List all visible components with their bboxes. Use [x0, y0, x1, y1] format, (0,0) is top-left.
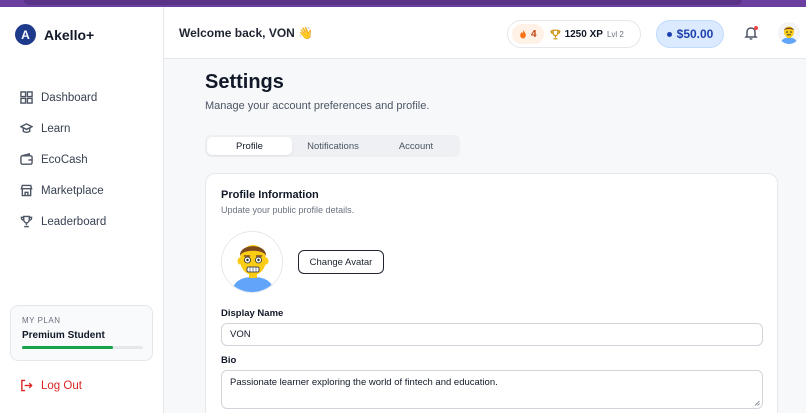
top-accent-bar [0, 0, 806, 7]
tab-notifications[interactable]: Notifications [292, 137, 374, 155]
avatar-illustration-icon [778, 22, 800, 44]
streak-count: 4 [531, 28, 537, 40]
logout-icon [21, 379, 33, 392]
sidebar-item-ecocash[interactable]: EcoCash [20, 144, 106, 175]
level-label: Lvl 2 [606, 29, 624, 39]
balance-button[interactable]: $50.00 [656, 20, 724, 48]
user-avatar[interactable] [778, 22, 800, 44]
plan-card: MY PLAN Premium Student [10, 305, 153, 361]
card-subtitle: Update your public profile details. [221, 205, 355, 215]
bio-field[interactable]: Passionate learner exploring the world o… [221, 370, 763, 409]
bio-label: Bio [221, 355, 237, 366]
trophy-icon [550, 29, 560, 39]
profile-avatar [221, 231, 283, 293]
sidebar-nav: Dashboard Learn EcoCash Marketplace Lead… [20, 82, 106, 237]
sidebar-item-label: Learn [41, 122, 71, 135]
settings-main: Settings Manage your account preferences… [164, 59, 806, 413]
store-icon [20, 184, 33, 197]
sidebar-item-leaderboard[interactable]: Leaderboard [20, 206, 106, 237]
profile-card: Profile Information Update your public p… [205, 173, 778, 413]
sidebar-item-marketplace[interactable]: Marketplace [20, 175, 106, 206]
sidebar-item-label: Dashboard [41, 91, 98, 104]
brand[interactable]: A Akello+ [15, 24, 94, 45]
balance-value: $50.00 [676, 27, 714, 41]
logout-button[interactable]: Log Out [20, 379, 82, 392]
display-name-label: Display Name [221, 308, 284, 319]
grid-icon [20, 91, 33, 104]
wallet-icon [20, 153, 33, 165]
xp-display: 1250 XP Lvl 2 [550, 29, 624, 40]
sidebar-item-label: Marketplace [41, 184, 104, 197]
trophy-icon [20, 215, 33, 228]
brand-name: Akello+ [44, 26, 95, 43]
brand-logo: A [15, 24, 36, 45]
logout-label: Log Out [41, 379, 82, 392]
sidebar: A Akello+ Dashboard Learn EcoCash Market… [0, 7, 164, 413]
balance-dot-icon [666, 31, 672, 37]
graduation-cap-icon [20, 123, 33, 134]
bio-text: Passionate learner exploring the world o… [230, 377, 498, 388]
card-title: Profile Information [221, 189, 319, 201]
resize-handle-icon[interactable] [754, 400, 760, 406]
plan-label: MY PLAN [22, 316, 61, 325]
sidebar-item-label: EcoCash [41, 153, 88, 166]
settings-tabs: Profile Notifications Account [205, 135, 460, 157]
change-avatar-button[interactable]: Change Avatar [298, 250, 384, 274]
top-header: Welcome back, VON 👋 4 1250 XP Lvl 2 $50.… [164, 7, 806, 59]
tab-profile[interactable]: Profile [207, 137, 292, 155]
sidebar-item-label: Leaderboard [41, 215, 107, 228]
notifications-button[interactable] [744, 26, 758, 40]
tab-account[interactable]: Account [374, 137, 458, 155]
display-name-field[interactable]: VON [221, 323, 763, 346]
sidebar-item-learn[interactable]: Learn [20, 113, 106, 144]
flame-icon [520, 29, 526, 39]
streak-badge: 4 [512, 24, 544, 44]
plan-name: Premium Student [22, 330, 105, 341]
top-accent-pill [24, 0, 742, 5]
xp-value: 1250 XP [564, 28, 603, 40]
notification-badge [754, 26, 758, 30]
stats-pill[interactable]: 4 1250 XP Lvl 2 [507, 20, 641, 48]
plan-progress-bar [22, 346, 143, 349]
sidebar-item-dashboard[interactable]: Dashboard [20, 82, 106, 113]
page-title: Settings [205, 71, 284, 93]
welcome-message: Welcome back, VON 👋 [179, 26, 314, 40]
page-subtitle: Manage your account preferences and prof… [205, 100, 430, 112]
plan-progress-fill [22, 346, 113, 349]
avatar-illustration-icon [222, 232, 282, 292]
